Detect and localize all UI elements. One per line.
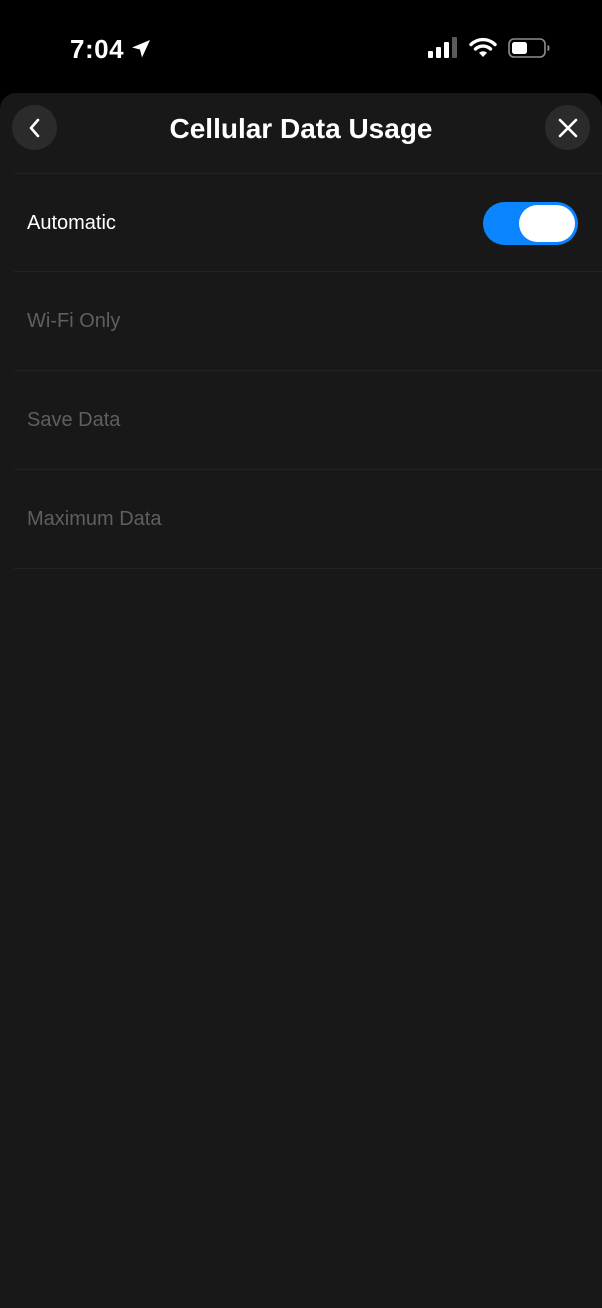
battery-icon (508, 36, 550, 60)
status-bar: 7:04 (0, 0, 602, 93)
close-button[interactable] (545, 105, 590, 150)
status-icons (427, 36, 550, 60)
option-maximum-data[interactable]: Maximum Data (0, 470, 602, 568)
sheet-header: Cellular Data Usage (0, 93, 602, 169)
time-group: 7:04 (70, 30, 152, 68)
option-label: Save Data (27, 409, 121, 431)
option-wifi-only[interactable]: Wi-Fi Only (0, 272, 602, 370)
toggle-knob (519, 205, 575, 242)
status-time: 7:04 (70, 33, 125, 64)
location-arrow-icon (130, 38, 152, 60)
option-label: Maximum Data (27, 508, 162, 530)
cellular-signal-icon (427, 36, 459, 60)
option-label: Automatic (27, 212, 116, 234)
data-usage-sheet: Cellular Data Usage Automatic Wi-Fi Only… (0, 93, 602, 1308)
option-save-data[interactable]: Save Data (0, 371, 602, 469)
divider (14, 568, 602, 569)
option-label: Wi-Fi Only (27, 310, 121, 332)
close-icon (558, 118, 577, 137)
option-automatic[interactable]: Automatic (0, 174, 602, 272)
automatic-toggle[interactable] (483, 202, 578, 245)
page-title: Cellular Data Usage (169, 113, 433, 144)
wifi-icon (469, 36, 497, 60)
